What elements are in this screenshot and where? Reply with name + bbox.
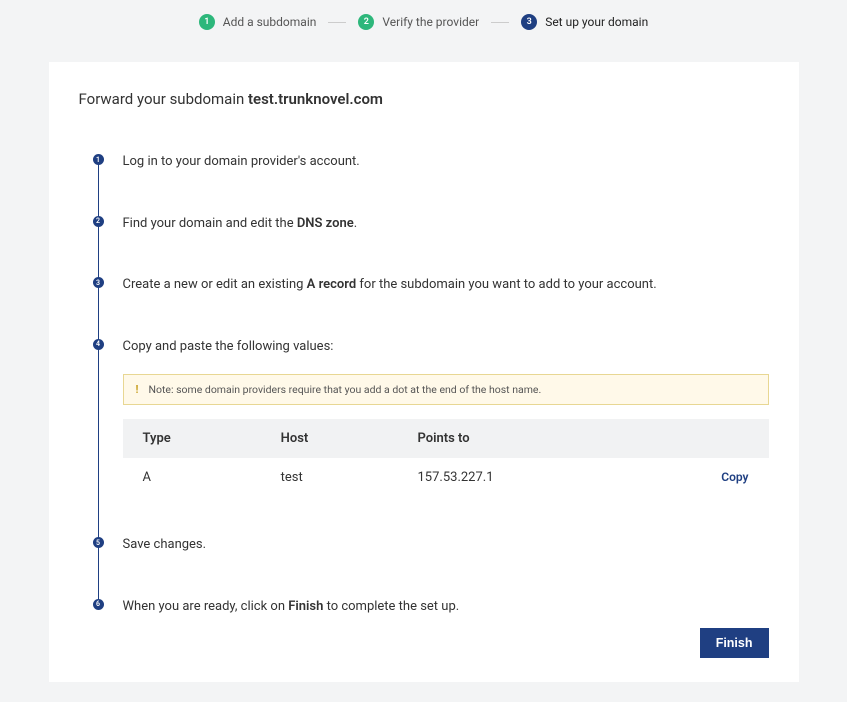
text-bold: Finish [288,599,323,614]
step-text: When you are ready, click on Finish to c… [123,597,769,617]
text-bold: A record [307,277,356,292]
col-type: Type [123,419,261,458]
text-part: to complete the set up. [323,599,459,614]
cell-host: test [261,458,398,497]
text-part: for the subdomain you want to add to you… [356,277,657,292]
text-part: . [354,216,357,231]
instruction-step-3: 3 Create a new or edit an existing A rec… [93,275,769,337]
cell-type: A [123,458,261,497]
step-bullet: 2 [93,216,104,227]
step-text: Find your domain and edit the DNS zone. [123,214,769,234]
col-action [632,419,768,458]
step-text: Create a new or edit an existing A recor… [123,275,769,295]
step-bullet: 1 [93,154,104,165]
warning-icon: ! [136,383,139,396]
instruction-step-6: 6 When you are ready, click on Finish to… [93,597,769,659]
wizard-stepper: 1 Add a subdomain 2 Verify the provider … [0,0,847,42]
step-text: Log in to your domain provider's account… [123,152,769,172]
step-text: Copy and paste the following values: [123,337,769,357]
step-bullet: 5 [93,537,104,548]
table-header-row: Type Host Points to [123,419,769,458]
instruction-step-1: 1 Log in to your domain provider's accou… [93,152,769,214]
stepper-step-3[interactable]: 3 Set up your domain [521,14,648,30]
step-bullet: 3 [93,277,104,288]
text-part: Create a new or edit an existing [123,277,307,292]
card-title: Forward your subdomain test.trunknovel.c… [79,90,769,108]
table-row: A test 157.53.227.1 Copy [123,458,769,497]
instruction-list: 1 Log in to your domain provider's accou… [93,152,769,658]
step-label: Verify the provider [382,15,479,29]
finish-button[interactable]: Finish [700,628,769,658]
cell-points-to: 157.53.227.1 [397,458,632,497]
stepper-step-1[interactable]: 1 Add a subdomain [199,14,317,30]
title-domain: test.trunknovel.com [248,90,383,108]
step-label: Set up your domain [545,15,648,29]
dns-records-table: Type Host Points to A test 157.53.227.1 … [123,419,769,497]
step-number-badge: 2 [358,14,374,30]
step-bullet: 6 [93,599,104,610]
text-bold: DNS zone [297,216,354,231]
step-number-badge: 1 [199,14,215,30]
text-part: Find your domain and edit the [123,216,297,231]
text-part: When you are ready, click on [123,599,289,614]
step-number-badge: 3 [521,14,537,30]
note-text: Note: some domain providers require that… [148,383,541,396]
instruction-step-4: 4 Copy and paste the following values: !… [93,337,769,536]
note-box: ! Note: some domain providers require th… [123,374,769,405]
col-host: Host [261,419,398,458]
instruction-step-2: 2 Find your domain and edit the DNS zone… [93,214,769,276]
step-text: Save changes. [123,535,769,555]
footer-actions: Finish [700,628,769,658]
stepper-separator [328,22,346,23]
step-bullet: 4 [93,339,104,350]
instruction-step-5: 5 Save changes. [93,535,769,597]
setup-card: Forward your subdomain test.trunknovel.c… [49,62,799,682]
stepper-separator [491,22,509,23]
copy-button[interactable]: Copy [721,470,748,484]
col-points-to: Points to [397,419,632,458]
title-prefix: Forward your subdomain [79,90,248,108]
step-label: Add a subdomain [223,15,317,29]
stepper-step-2[interactable]: 2 Verify the provider [358,14,479,30]
